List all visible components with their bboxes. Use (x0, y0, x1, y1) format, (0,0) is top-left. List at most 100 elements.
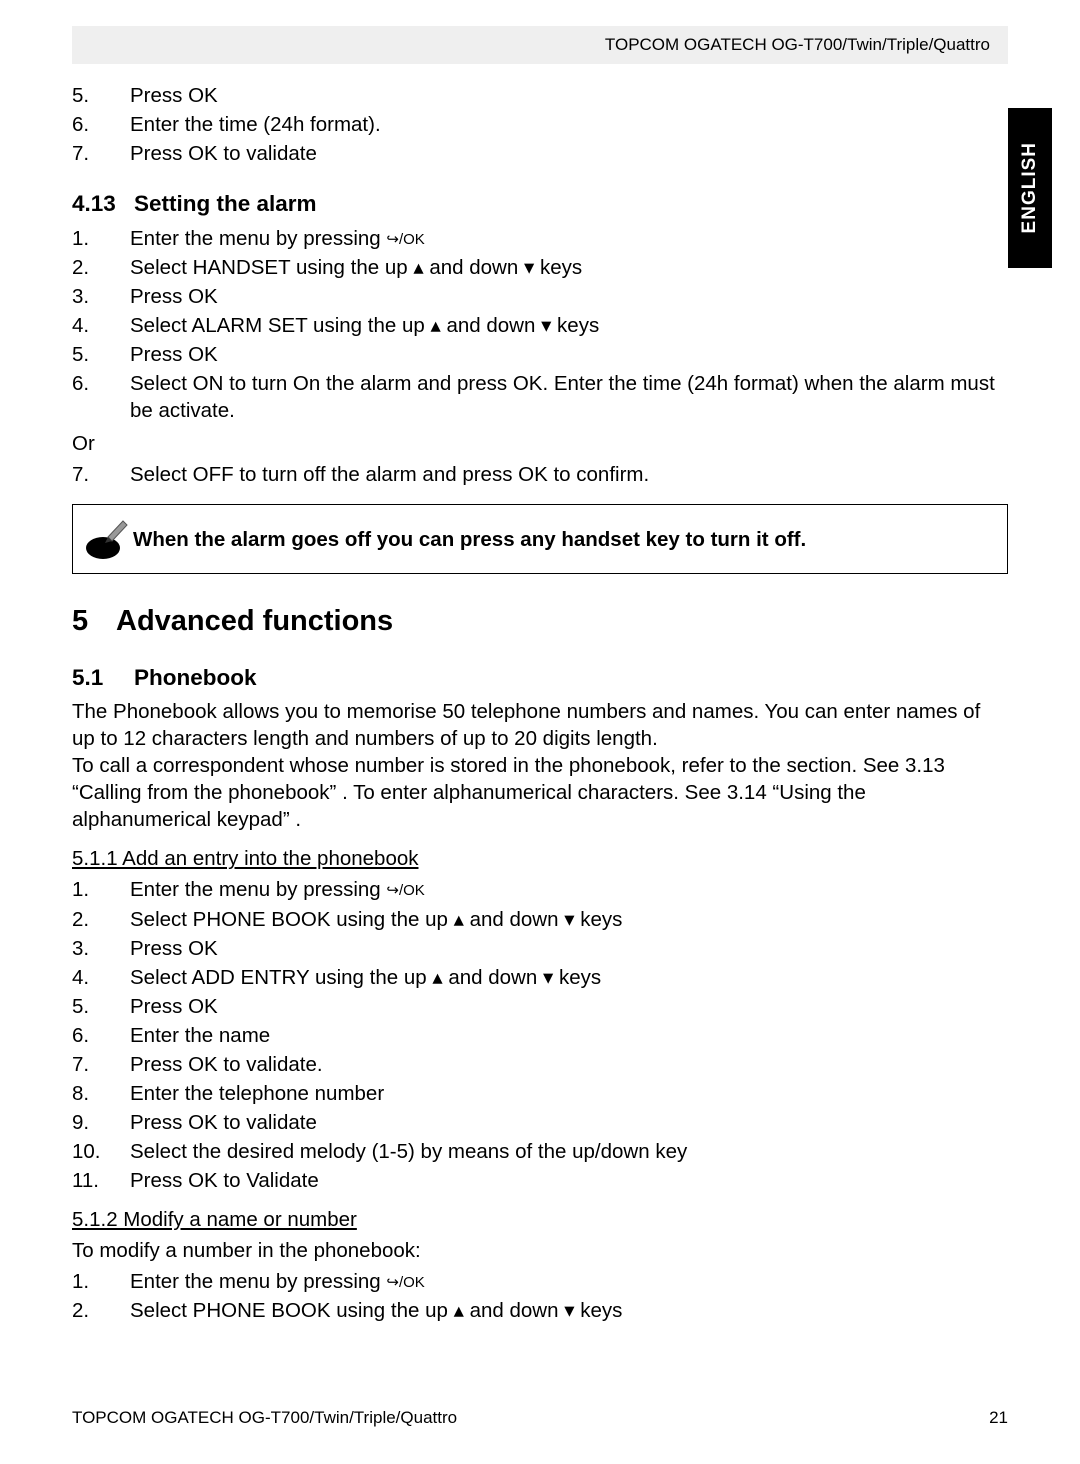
step-number: 1. (72, 1268, 130, 1295)
content-area: 5.Press OK6.Enter the time (24h format).… (72, 82, 1008, 1324)
list-item: 4.Select ADD ENTRY using the up ▴ and do… (72, 964, 1008, 991)
step-text: Select ON to turn On the alarm and press… (130, 370, 1008, 424)
step-number: 7. (72, 140, 130, 167)
or-separator: Or (72, 430, 1008, 457)
list-item: 1.Enter the menu by pressing ↪/OK (72, 225, 1008, 252)
list-item: 5.Press OK (72, 341, 1008, 368)
down-arrow-icon: ▾ (541, 314, 551, 337)
step-text: Select the desired melody (1-5) by means… (130, 1138, 1008, 1165)
chapter-title: Advanced functions (116, 605, 393, 637)
step-text: Press OK to validate. (130, 1051, 1008, 1078)
list-item: 3.Press OK (72, 283, 1008, 310)
step-number: 7. (72, 1051, 130, 1078)
step-text: Enter the menu by pressing ↪/OK (130, 1268, 1008, 1295)
step-number: 9. (72, 1109, 130, 1136)
section-title: Phonebook (134, 665, 257, 690)
ok-menu-icon: ↪/OK (386, 1274, 424, 1291)
step-text: Select ALARM SET using the up ▴ and down… (130, 312, 1008, 339)
step-text: Enter the time (24h format). (130, 111, 1008, 138)
step-text: Enter the name (130, 1022, 1008, 1049)
step-number: 6. (72, 1022, 130, 1049)
step-number: 6. (72, 370, 130, 424)
ok-menu-icon: ↪/OK (386, 882, 424, 899)
section-title: Setting the alarm (134, 191, 317, 216)
down-arrow-icon: ▾ (564, 908, 574, 931)
step-text: Enter the menu by pressing ↪/OK (130, 876, 1008, 903)
down-arrow-icon: ▾ (524, 256, 534, 279)
down-arrow-icon: ▾ (564, 1299, 574, 1322)
step-text: Press OK to Validate (130, 1167, 1008, 1194)
list-item: 5.Press OK (72, 993, 1008, 1020)
list-item: 1.Enter the menu by pressing ↪/OK (72, 876, 1008, 903)
step-text: Select HANDSET using the up ▴ and down ▾… (130, 254, 1008, 281)
step-text: Press OK (130, 283, 1008, 310)
step-text: Enter the telephone number (130, 1080, 1008, 1107)
header-product: TOPCOM OGATECH OG-T700/Twin/Triple/Quatt… (605, 35, 990, 55)
page-footer: TOPCOM OGATECH OG-T700/Twin/Triple/Quatt… (72, 1408, 1008, 1428)
note-text: When the alarm goes off you can press an… (133, 526, 806, 553)
up-arrow-icon: ▴ (430, 314, 440, 337)
list-item: 11.Press OK to Validate (72, 1167, 1008, 1194)
up-arrow-icon: ▴ (432, 966, 442, 989)
step-text: Select PHONE BOOK using the up ▴ and dow… (130, 906, 1008, 933)
step-number: 3. (72, 935, 130, 962)
step-number: 6. (72, 111, 130, 138)
chapter-number: 5 (72, 602, 116, 640)
section-number: 5.1 (72, 663, 134, 693)
section-5-1-2-heading: 5.1.2 Modify a name or number (72, 1206, 1008, 1233)
up-arrow-icon: ▴ (413, 256, 423, 279)
list-item: 2.Select PHONE BOOK using the up ▴ and d… (72, 906, 1008, 933)
list-item: 8.Enter the telephone number (72, 1080, 1008, 1107)
list-item: 7.Select OFF to turn off the alarm and p… (72, 461, 1008, 488)
section-5-1-2-intro: To modify a number in the phonebook: (72, 1237, 1008, 1264)
section-4-13-steps-b: 7.Select OFF to turn off the alarm and p… (72, 461, 1008, 488)
step-number: 11. (72, 1167, 130, 1194)
list-item: 1.Enter the menu by pressing ↪/OK (72, 1268, 1008, 1295)
step-text: Press OK (130, 82, 1008, 109)
list-item: 6.Enter the name (72, 1022, 1008, 1049)
down-arrow-icon: ▾ (543, 966, 553, 989)
step-text: Press OK to validate (130, 140, 1008, 167)
step-number: 2. (72, 906, 130, 933)
section-4-13-heading: 4.13Setting the alarm (72, 189, 1008, 219)
chapter-5-heading: 5Advanced functions (72, 602, 1008, 640)
step-number: 2. (72, 254, 130, 281)
step-number: 10. (72, 1138, 130, 1165)
step-number: 2. (72, 1297, 130, 1324)
step-number: 8. (72, 1080, 130, 1107)
section-5-1-2-steps: 1.Enter the menu by pressing ↪/OK2.Selec… (72, 1268, 1008, 1324)
list-item: 6.Enter the time (24h format). (72, 111, 1008, 138)
list-item: 7.Press OK to validate (72, 140, 1008, 167)
list-item: 6.Select ON to turn On the alarm and pre… (72, 370, 1008, 424)
list-item: 2.Select PHONE BOOK using the up ▴ and d… (72, 1297, 1008, 1324)
section-4-13-steps-a: 1.Enter the menu by pressing ↪/OK2.Selec… (72, 225, 1008, 424)
section-5-1-heading: 5.1Phonebook (72, 663, 1008, 693)
footer-product: TOPCOM OGATECH OG-T700/Twin/Triple/Quatt… (72, 1408, 457, 1428)
list-item: 9.Press OK to validate (72, 1109, 1008, 1136)
step-text: Enter the menu by pressing ↪/OK (130, 225, 1008, 252)
step-text: Select ADD ENTRY using the up ▴ and down… (130, 964, 1008, 991)
manual-page: TOPCOM OGATECH OG-T700/Twin/Triple/Quatt… (0, 0, 1080, 1464)
header-band: TOPCOM OGATECH OG-T700/Twin/Triple/Quatt… (72, 26, 1008, 64)
list-item: 2.Select HANDSET using the up ▴ and down… (72, 254, 1008, 281)
step-number: 4. (72, 964, 130, 991)
list-item: 4.Select ALARM SET using the up ▴ and do… (72, 312, 1008, 339)
step-text: Press OK to validate (130, 1109, 1008, 1136)
note-box: When the alarm goes off you can press an… (72, 504, 1008, 574)
step-number: 3. (72, 283, 130, 310)
step-text: Press OK (130, 935, 1008, 962)
list-item: 7.Press OK to validate. (72, 1051, 1008, 1078)
ok-menu-icon: ↪/OK (386, 231, 424, 248)
step-number: 1. (72, 876, 130, 903)
step-number: 5. (72, 993, 130, 1020)
step-number: 7. (72, 461, 130, 488)
language-label: ENGLISH (1019, 142, 1041, 233)
list-item: 3.Press OK (72, 935, 1008, 962)
section-5-1-1-heading: 5.1.1 Add an entry into the phonebook (72, 845, 1008, 872)
step-number: 1. (72, 225, 130, 252)
step-number: 4. (72, 312, 130, 339)
section-number: 4.13 (72, 189, 134, 219)
step-text: Select OFF to turn off the alarm and pre… (130, 461, 1008, 488)
list-item: 5.Press OK (72, 82, 1008, 109)
step-text: Press OK (130, 993, 1008, 1020)
